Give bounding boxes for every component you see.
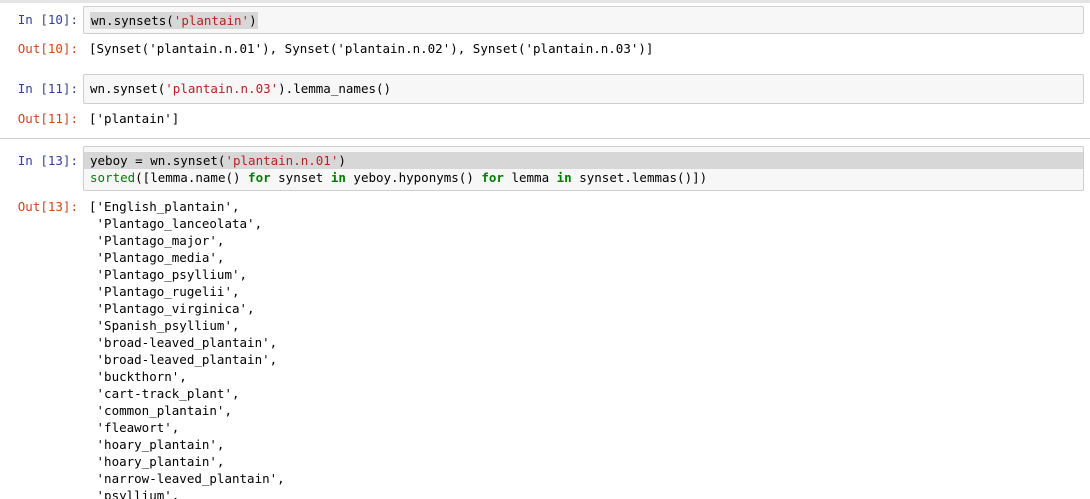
output-line: 'fleawort', <box>89 420 180 435</box>
output-line: 'Plantago_media', <box>89 250 225 265</box>
code-line: wn.synsets('plantain') <box>90 12 258 29</box>
output-line: 'buckthorn', <box>89 369 187 384</box>
cell-output: ['English_plantain', 'Plantago_lanceolat… <box>89 198 285 499</box>
output-prompt: Out[11]: <box>17 111 78 126</box>
output-line: 'psyllium', <box>89 488 180 499</box>
code-input[interactable]: yeboy = wn.synset('plantain.n.01') sorte… <box>83 146 1084 191</box>
code-builtin: sorted <box>90 170 136 185</box>
code-keyword: for <box>248 170 271 185</box>
output-line: 'Plantago_major', <box>89 233 225 248</box>
input-prompt: In [11]: <box>17 81 78 96</box>
output-line: 'narrow-leaved_plantain', <box>89 471 285 486</box>
code-text: synset.lemmas()]) <box>571 170 708 185</box>
code-text: yeboy = wn.synset( <box>90 153 226 168</box>
code-text: ) <box>249 13 257 28</box>
code-input[interactable]: wn.synset('plantain.n.03').lemma_names() <box>83 74 1084 104</box>
code-keyword: for <box>481 170 504 185</box>
code-text: lemma <box>503 170 557 185</box>
code-input[interactable]: wn.synsets('plantain') <box>83 6 1084 34</box>
code-line: yeboy = wn.synset('plantain.n.01') <box>84 152 1083 169</box>
code-line: sorted([lemma.name() for synset in yeboy… <box>90 169 1077 186</box>
cell-output: [Synset('plantain.n.01'), Synset('planta… <box>89 41 654 56</box>
output-line: 'hoary_plantain', <box>89 437 225 452</box>
output-line: 'Plantago_rugelii', <box>89 284 240 299</box>
output-line: 'Spanish_psyllium', <box>89 318 240 333</box>
code-keyword: in <box>330 170 346 185</box>
code-text: wn.synset( <box>90 81 166 96</box>
output-line: 'broad-leaved_plantain', <box>89 335 278 350</box>
cell-divider <box>0 138 1090 139</box>
notebook-cell-10[interactable]: In [10]: wn.synsets('plantain') Out[10]:… <box>0 6 1090 62</box>
output-line: 'common_plantain', <box>89 403 232 418</box>
output-line: 'Plantago_psyllium', <box>89 267 248 282</box>
output-line: 'broad-leaved_plantain', <box>89 352 278 367</box>
code-text: synset <box>270 170 331 185</box>
output-line: 'Plantago_virginica', <box>89 301 255 316</box>
output-line: 'Plantago_lanceolata', <box>89 216 263 231</box>
input-prompt: In [13]: <box>17 153 78 168</box>
cell-output: ['plantain'] <box>89 111 180 126</box>
code-string: 'plantain.n.03' <box>165 81 279 96</box>
code-text: wn.synsets( <box>91 13 174 28</box>
notebook-cell-11[interactable]: In [11]: wn.synset('plantain.n.03').lemm… <box>0 74 1090 134</box>
output-line: 'cart-track_plant', <box>89 386 240 401</box>
code-string: 'plantain.n.01' <box>225 153 339 168</box>
code-keyword: in <box>556 170 572 185</box>
output-line: 'hoary_plantain', <box>89 454 225 469</box>
output-prompt: Out[10]: <box>17 41 78 56</box>
notebook-top-border <box>0 0 1090 3</box>
code-text: ).lemma_names() <box>278 81 392 96</box>
notebook-cell-13[interactable]: In [13]: yeboy = wn.synset('plantain.n.0… <box>0 146 1090 499</box>
code-text: ([lemma.name() <box>135 170 249 185</box>
code-text: ) <box>338 153 346 168</box>
code-text: yeboy.hyponyms() <box>345 170 482 185</box>
output-prompt: Out[13]: <box>17 199 78 214</box>
output-line: ['English_plantain', <box>89 199 240 214</box>
code-line: wn.synset('plantain.n.03').lemma_names() <box>90 80 1077 97</box>
input-prompt: In [10]: <box>17 12 78 27</box>
code-string: 'plantain' <box>173 13 250 28</box>
